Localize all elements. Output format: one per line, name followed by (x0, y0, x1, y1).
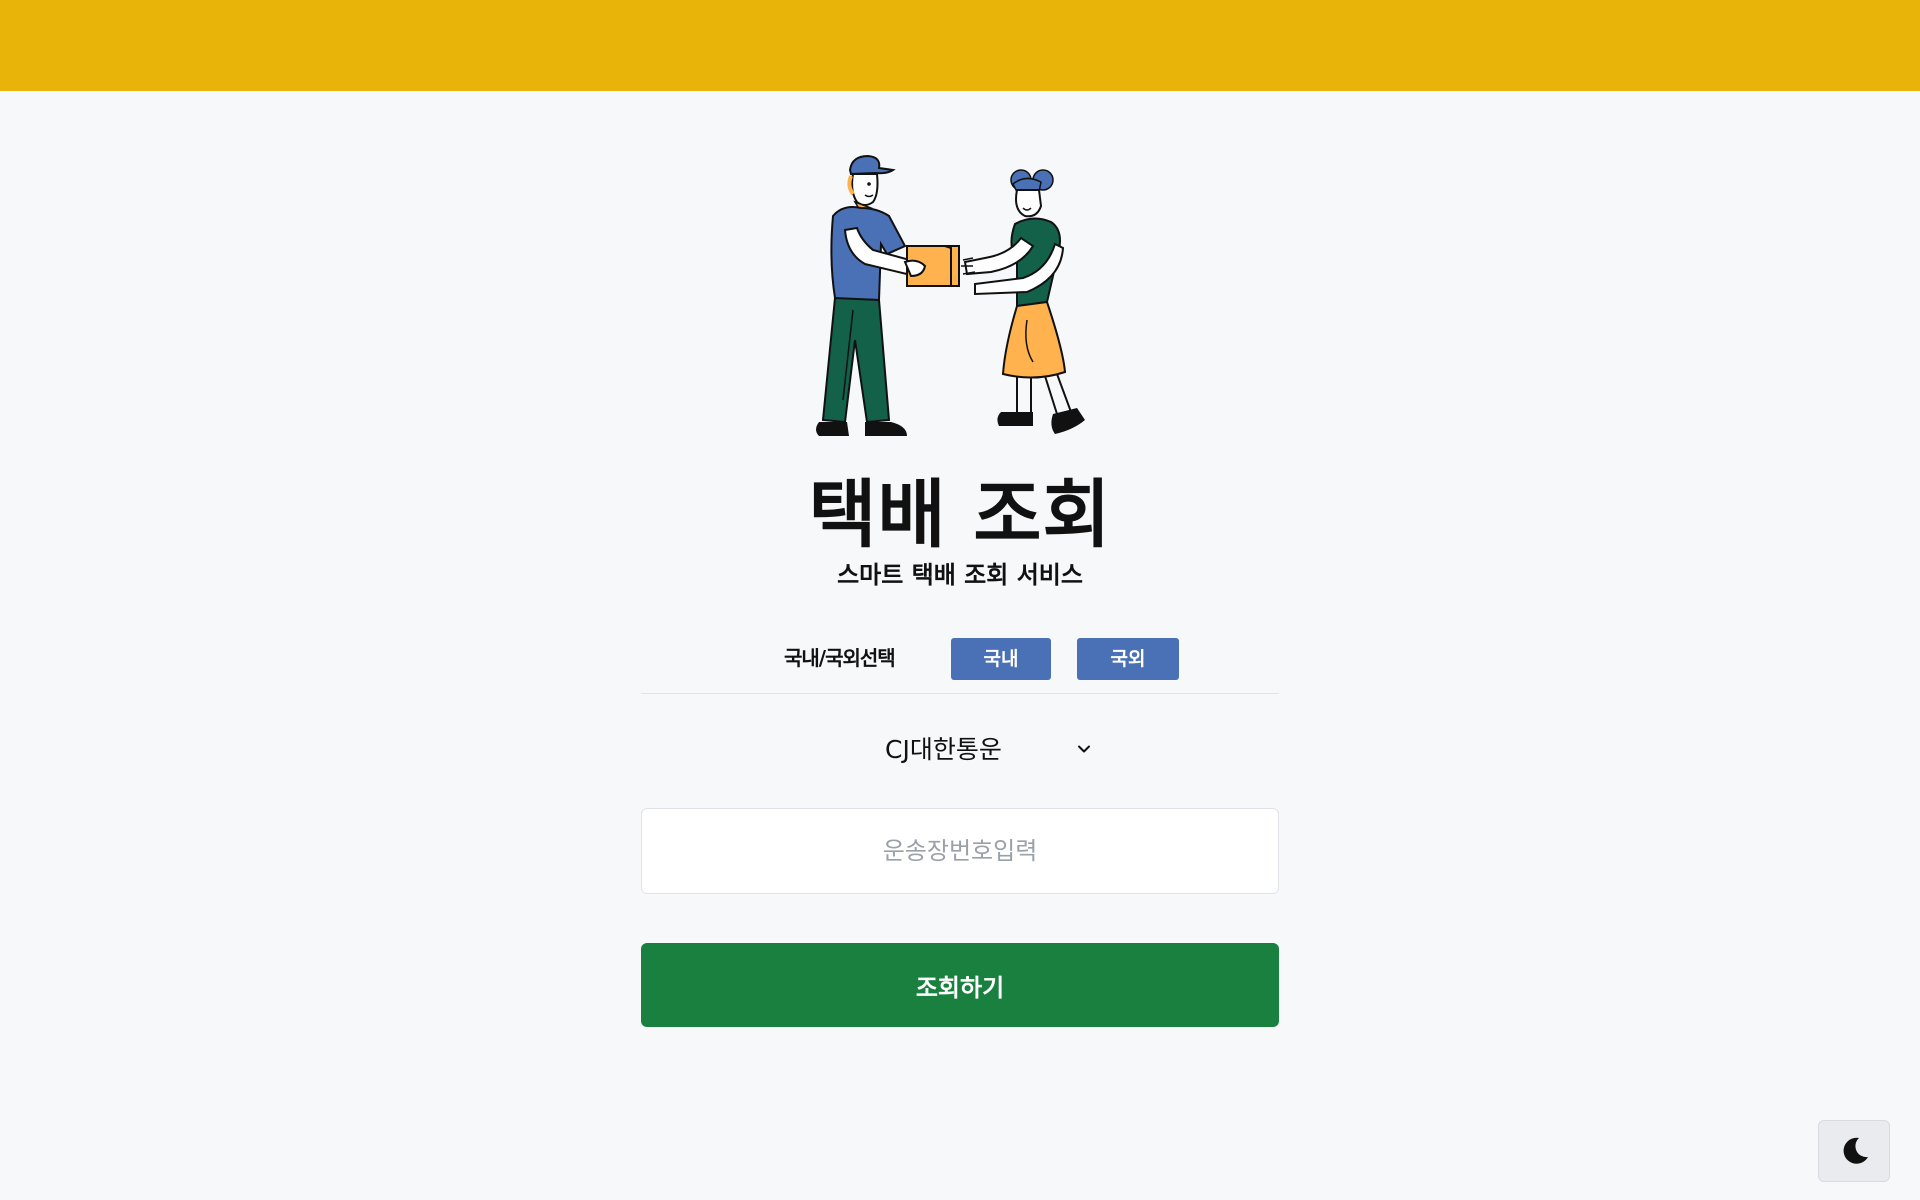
divider (641, 693, 1279, 694)
moon-icon (1843, 1137, 1868, 1164)
region-selector: 국내/국외선택 국내 국외 (641, 636, 1279, 694)
carrier-selected-value: CJ대한통운 (885, 735, 1002, 764)
courier-handing-package-icon (816, 154, 1085, 436)
domestic-button[interactable]: 국내 (951, 638, 1051, 680)
page-title: 택배 조회 (808, 472, 1112, 558)
international-button[interactable]: 국외 (1077, 638, 1179, 680)
chevron-down-icon (1078, 745, 1090, 753)
search-button[interactable]: 조회하기 (641, 943, 1279, 1027)
region-label: 국내/국외선택 (784, 646, 896, 670)
dark-mode-toggle[interactable] (1818, 1120, 1890, 1182)
tracking-number-input[interactable] (641, 808, 1279, 894)
page-subtitle: 스마트 택배 조회 서비스 (837, 561, 1083, 589)
top-header-bar (0, 0, 1920, 91)
carrier-select[interactable]: CJ대한통운 (860, 728, 1100, 772)
